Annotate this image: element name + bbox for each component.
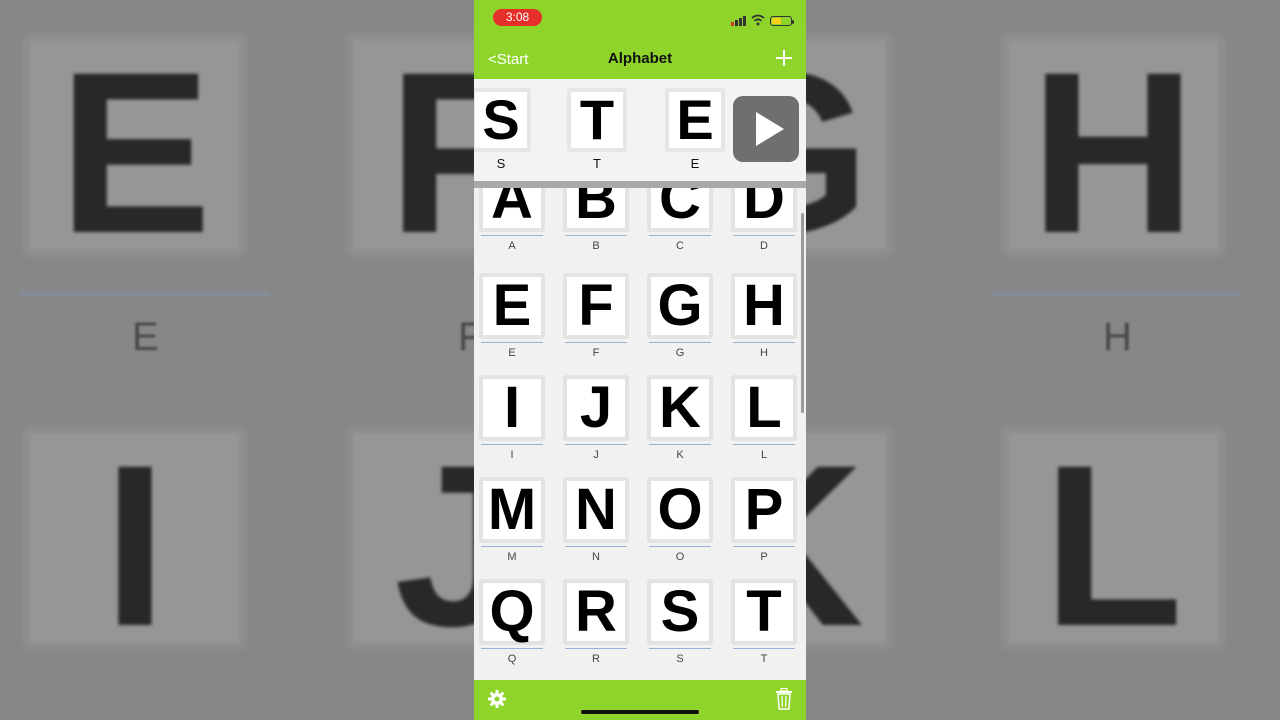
letter-card[interactable]: D	[731, 188, 797, 232]
phone-screen: 3:08 <Start Alphabet S S T T E E AA BB C…	[474, 0, 806, 720]
letter-card[interactable]: S	[647, 579, 713, 645]
grid-cell[interactable]: RR	[563, 579, 629, 679]
letter-label: G	[675, 347, 685, 359]
letter-card[interactable]: I	[479, 375, 545, 441]
status-time: 3:08	[493, 9, 542, 26]
add-icon[interactable]	[774, 48, 794, 68]
status-bar: 3:08	[474, 0, 806, 40]
sentence-card-label: E	[690, 156, 700, 171]
home-indicator[interactable]	[581, 710, 699, 714]
letter-card[interactable]: M	[479, 477, 545, 543]
letter-card[interactable]: B	[563, 188, 629, 232]
letter-card[interactable]: H	[731, 273, 797, 339]
letter-card[interactable]: E	[479, 273, 545, 339]
scroll-indicator[interactable]	[801, 213, 804, 413]
letter-label: J	[593, 449, 599, 461]
letter-card[interactable]: A	[479, 188, 545, 232]
letter-label: Q	[507, 653, 517, 665]
letter-card[interactable]: L	[731, 375, 797, 441]
grid-cell[interactable]: OO	[647, 477, 713, 577]
grid-cell[interactable]: PP	[731, 477, 797, 577]
grid-cell[interactable]: NN	[563, 477, 629, 577]
letter-grid: AA BB CC DD EE FF GG HH II JJ KK LL MM N…	[474, 188, 806, 680]
signal-icon	[731, 16, 746, 26]
grid-cell[interactable]: CC	[647, 188, 713, 266]
letter-card[interactable]: O	[647, 477, 713, 543]
grid-cell[interactable]: HH	[731, 273, 797, 373]
grid-cell[interactable]: GG	[647, 273, 713, 373]
grid-cell[interactable]: MM	[479, 477, 545, 577]
grid-cell[interactable]: KK	[647, 375, 713, 475]
sentence-strip: S S T T E E	[474, 79, 806, 181]
status-icons	[731, 12, 794, 26]
letter-label: A	[508, 240, 516, 252]
letter-label: O	[675, 551, 685, 563]
bottom-toolbar	[474, 680, 806, 720]
grid-cell[interactable]: BB	[563, 188, 629, 266]
back-button[interactable]: <Start	[488, 51, 528, 68]
grid-cell[interactable]: AA	[479, 188, 545, 266]
letter-label: B	[592, 240, 600, 252]
grid-cell[interactable]: II	[479, 375, 545, 475]
gear-icon[interactable]	[487, 689, 507, 709]
sentence-card[interactable]: E	[665, 88, 725, 152]
letter-label: H	[760, 347, 768, 359]
grid-cell[interactable]: JJ	[563, 375, 629, 475]
letter-label: S	[676, 653, 684, 665]
letter-card[interactable]: K	[647, 375, 713, 441]
grid-cell[interactable]: QQ	[479, 579, 545, 679]
wifi-icon	[751, 14, 765, 26]
sentence-card[interactable]: S	[474, 88, 531, 152]
letter-label: R	[592, 653, 600, 665]
trash-icon[interactable]	[775, 688, 793, 710]
sentence-card[interactable]: T	[567, 88, 627, 152]
letter-label: D	[760, 240, 768, 252]
letter-card[interactable]: T	[731, 579, 797, 645]
letter-card[interactable]: G	[647, 273, 713, 339]
strip-divider	[474, 181, 806, 188]
grid-cell[interactable]: FF	[563, 273, 629, 373]
letter-card[interactable]: J	[563, 375, 629, 441]
letter-label: K	[676, 449, 684, 461]
nav-bar: <Start Alphabet	[474, 40, 806, 79]
letter-card[interactable]: Q	[479, 579, 545, 645]
letter-card[interactable]: P	[731, 477, 797, 543]
letter-label: M	[507, 551, 517, 563]
battery-icon	[770, 16, 794, 26]
letter-card[interactable]: F	[563, 273, 629, 339]
letter-label: C	[676, 240, 684, 252]
letter-label: T	[760, 653, 768, 665]
letter-label: I	[510, 449, 514, 461]
grid-cell[interactable]: EE	[479, 273, 545, 373]
sentence-card-label: S	[496, 156, 506, 171]
letter-label: E	[508, 347, 516, 359]
letter-label: L	[760, 449, 768, 461]
grid-cell[interactable]: TT	[731, 579, 797, 679]
play-button[interactable]	[733, 96, 799, 162]
grid-cell[interactable]: LL	[731, 375, 797, 475]
letter-label: N	[592, 551, 600, 563]
letter-label: P	[760, 551, 768, 563]
grid-cell[interactable]: DD	[731, 188, 797, 266]
sentence-card-label: T	[593, 156, 601, 171]
letter-card[interactable]: N	[563, 477, 629, 543]
letter-card[interactable]: R	[563, 579, 629, 645]
letter-card[interactable]: C	[647, 188, 713, 232]
grid-cell[interactable]: SS	[647, 579, 713, 679]
letter-label: F	[592, 347, 600, 359]
